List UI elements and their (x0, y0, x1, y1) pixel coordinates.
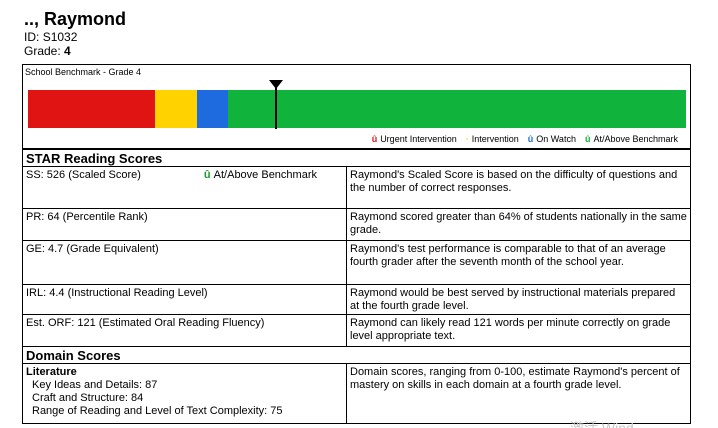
domain-item: Range of Reading and Level of Text Compl… (32, 405, 283, 417)
benchmark-panel: School Benchmark - Grade 4 û Urgent Inte… (22, 64, 691, 149)
activation-watermark: 激活 Wind (570, 420, 634, 428)
status-badge: û At/Above Benchmark (204, 169, 343, 182)
legend-intervention-icon: · (465, 134, 469, 144)
benchmark-bar-on-watch (197, 90, 228, 128)
legend-on-watch-icon: û (527, 134, 534, 144)
score-label: IRL: 4.4 (Instructional Reading Level) (22, 284, 347, 315)
benchmark-title: School Benchmark - Grade 4 (25, 67, 142, 77)
domain-heading: Domain Scores (22, 346, 691, 364)
student-grade-label: Grade: (24, 44, 61, 58)
benchmark-bar-intervention (155, 90, 197, 128)
student-id-value: S1032 (42, 30, 78, 44)
scores-table: STAR Reading Scores SS: 526 (Scaled Scor… (22, 149, 691, 424)
score-label: SS: 526 (Scaled Score) (26, 169, 141, 181)
score-description: Raymond would be best served by instruct… (346, 284, 691, 315)
legend-intervention-label: Intervention (471, 134, 519, 144)
legend-urgent-label: Urgent Intervention (380, 134, 457, 144)
domain-item: Key Ideas and Details: 87 (32, 379, 158, 391)
domain-item: Craft and Structure: 84 (32, 392, 144, 404)
student-grade: Grade: 4 (24, 45, 71, 58)
legend-urgent-icon: û (371, 134, 378, 144)
benchmark-legend: û Urgent Intervention · Intervention û O… (372, 134, 678, 145)
score-description: Raymond can likely read 121 words per mi… (346, 314, 691, 347)
student-id: ID: S1032 (24, 31, 77, 44)
score-label: PR: 64 (Percentile Rank) (22, 208, 347, 241)
domain-title: Literature (26, 366, 77, 378)
at-above-icon: û (203, 169, 211, 181)
student-name: .., Raymond (24, 9, 127, 29)
student-id-label: ID: (24, 30, 40, 44)
table-row: Literature Key Ideas and Details: 87 Cra… (22, 363, 691, 424)
table-row: SS: 526 (Scaled Score) û At/Above Benchm… (22, 166, 691, 209)
legend-item-on-watch: û On Watch (528, 134, 576, 145)
table-row: PR: 64 (Percentile Rank) Raymond scored … (22, 208, 691, 241)
legend-on-watch-label: On Watch (536, 134, 576, 144)
benchmark-bar-urgent (28, 90, 155, 128)
status-label: At/Above Benchmark (213, 169, 317, 181)
legend-item-urgent: û Urgent Intervention (372, 134, 457, 145)
benchmark-bar-at-above (228, 90, 686, 128)
score-marker-line (275, 83, 277, 129)
score-description: Raymond scored greater than 64% of stude… (346, 208, 691, 241)
legend-item-intervention: · Intervention (466, 134, 519, 145)
star-heading: STAR Reading Scores (22, 149, 691, 167)
legend-item-at-above: û At/Above Benchmark (585, 134, 678, 145)
table-row: Est. ORF: 121 (Estimated Oral Reading Fl… (22, 314, 691, 347)
domain-cell: Literature Key Ideas and Details: 87 Cra… (22, 363, 347, 424)
report-page: .., Raymond ID: S1032 Grade: 4 School Be… (0, 0, 718, 428)
domain-description: Domain scores, ranging from 0-100, estim… (346, 363, 691, 424)
score-label: Est. ORF: 121 (Estimated Oral Reading Fl… (22, 314, 347, 347)
legend-at-above-icon: û (584, 134, 591, 144)
star-section-header: STAR Reading Scores (22, 149, 691, 167)
score-description: Raymond's test performance is comparable… (346, 240, 691, 285)
score-label: GE: 4.7 (Grade Equivalent) (22, 240, 347, 285)
score-cell: SS: 526 (Scaled Score) û At/Above Benchm… (22, 166, 347, 209)
score-description: Raymond's Scaled Score is based on the d… (346, 166, 691, 209)
domain-section-header: Domain Scores (22, 346, 691, 364)
table-row: IRL: 4.4 (Instructional Reading Level) R… (22, 284, 691, 315)
student-grade-value: 4 (64, 44, 71, 58)
legend-at-above-label: At/Above Benchmark (593, 134, 678, 144)
table-row: GE: 4.7 (Grade Equivalent) Raymond's tes… (22, 240, 691, 285)
score-marker-triangle-icon (269, 80, 283, 89)
